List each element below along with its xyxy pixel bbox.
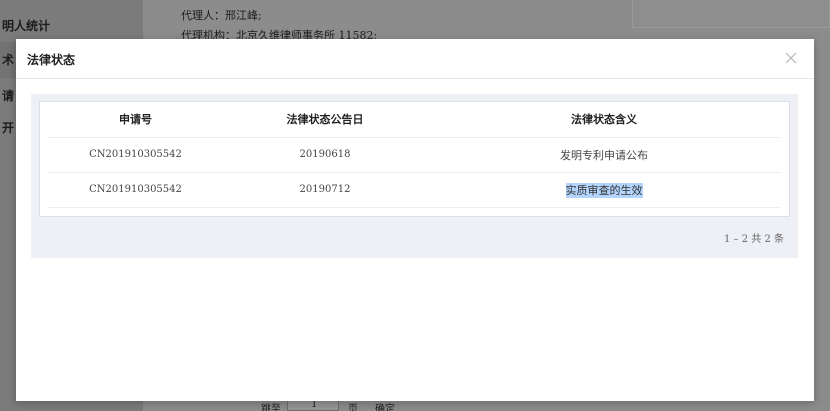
selected-text: 实质审查的生效 <box>565 182 643 198</box>
background-top-box <box>632 0 830 28</box>
cell-announcement-date: 20190712 <box>223 172 427 208</box>
legal-status-modal: 法律状态 申请号 法律状态公告日 法律状态含义 CN201910305542 2… <box>16 39 814 401</box>
column-header-status-meaning[interactable]: 法律状态含义 <box>427 102 781 138</box>
agent-line: 代理人：邢江峰; <box>181 9 262 22</box>
table-row[interactable]: CN201910305542 20190618 发明专利申请公布 <box>48 137 781 173</box>
pagination-summary: 1 – 2 共 2 条 <box>724 234 784 245</box>
modal-header: 法律状态 <box>16 39 814 79</box>
table-row[interactable]: CN201910305542 20190712 实质审查的生效 <box>48 172 781 208</box>
column-header-application-no[interactable]: 申请号 <box>48 102 223 138</box>
pager-page-label: 页 <box>348 404 358 411</box>
legal-status-table: 申请号 法律状态公告日 法律状态含义 CN201910305542 201906… <box>48 102 781 208</box>
column-header-announcement-date[interactable]: 法律状态公告日 <box>223 102 427 138</box>
cell-application-no: CN201910305542 <box>48 137 223 173</box>
cell-application-no: CN201910305542 <box>48 172 223 208</box>
cell-status-meaning: 发明专利申请公布 <box>427 137 781 173</box>
table-header-row: 申请号 法律状态公告日 法律状态含义 <box>48 102 781 138</box>
close-icon[interactable] <box>782 49 800 67</box>
cell-announcement-date: 20190618 <box>223 137 427 173</box>
pager-jump-label: 跳至 <box>261 404 281 411</box>
pager-confirm-button[interactable]: 确定 <box>375 400 395 411</box>
modal-title: 法律状态 <box>27 53 76 67</box>
legal-status-table-container: 申请号 法律状态公告日 法律状态含义 CN201910305542 201906… <box>39 101 790 217</box>
legal-status-panel: 申请号 法律状态公告日 法律状态含义 CN201910305542 201906… <box>31 94 798 258</box>
cell-status-meaning: 实质审查的生效 <box>427 172 781 208</box>
